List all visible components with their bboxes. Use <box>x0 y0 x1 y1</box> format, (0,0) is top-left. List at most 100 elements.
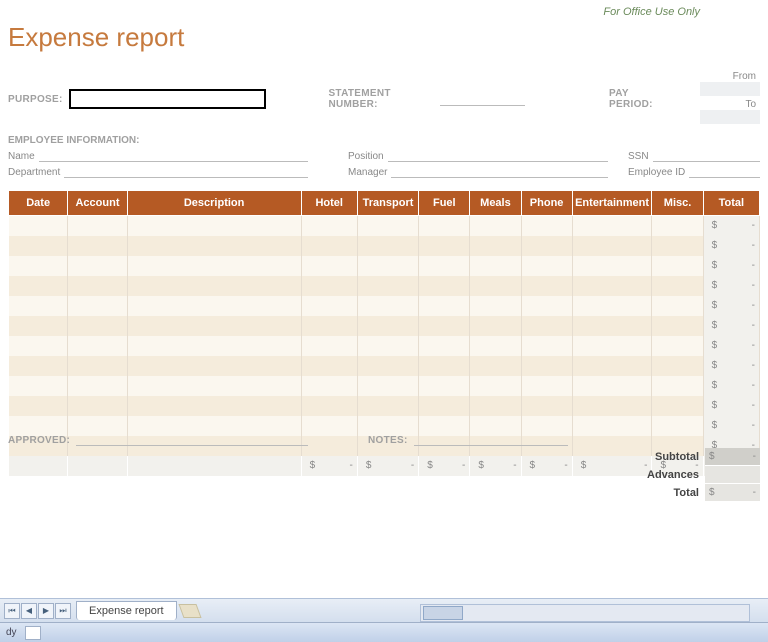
table-cell[interactable] <box>419 216 470 236</box>
nav-next-icon[interactable]: ▶ <box>38 603 54 619</box>
table-cell[interactable] <box>9 376 68 396</box>
table-cell[interactable] <box>357 296 418 316</box>
table-cell[interactable] <box>572 416 652 436</box>
table-cell[interactable] <box>357 416 418 436</box>
table-row[interactable]: $- <box>9 356 760 376</box>
employee-id-input[interactable] <box>689 166 760 178</box>
horizontal-scrollbar[interactable] <box>420 604 750 622</box>
purpose-input[interactable] <box>69 89 267 109</box>
table-cell[interactable] <box>127 296 301 316</box>
table-row[interactable]: $- <box>9 376 760 396</box>
table-cell[interactable] <box>68 356 127 376</box>
table-cell[interactable] <box>521 416 572 436</box>
table-cell[interactable] <box>68 396 127 416</box>
table-cell[interactable] <box>521 296 572 316</box>
table-row[interactable]: $- <box>9 416 760 436</box>
table-cell[interactable] <box>652 316 703 336</box>
table-cell[interactable] <box>127 256 301 276</box>
table-cell[interactable] <box>127 416 301 436</box>
table-cell[interactable] <box>521 336 572 356</box>
table-cell[interactable] <box>470 236 521 256</box>
table-cell[interactable] <box>419 316 470 336</box>
table-cell[interactable] <box>68 256 127 276</box>
table-cell[interactable] <box>68 316 127 336</box>
ssn-input[interactable] <box>653 150 760 162</box>
table-cell[interactable] <box>9 336 68 356</box>
scrollbar-thumb[interactable] <box>423 606 463 620</box>
table-cell[interactable] <box>357 256 418 276</box>
table-cell[interactable] <box>301 276 357 296</box>
table-cell[interactable] <box>419 236 470 256</box>
table-cell[interactable] <box>470 416 521 436</box>
table-cell[interactable] <box>301 416 357 436</box>
table-cell[interactable] <box>652 276 703 296</box>
table-cell[interactable] <box>9 256 68 276</box>
table-cell[interactable] <box>68 236 127 256</box>
manager-input[interactable] <box>391 166 608 178</box>
table-row[interactable]: $- <box>9 396 760 416</box>
nav-first-icon[interactable]: ⏮ <box>4 603 20 619</box>
table-cell[interactable] <box>652 416 703 436</box>
table-row[interactable]: $- <box>9 296 760 316</box>
table-cell[interactable] <box>521 396 572 416</box>
table-cell[interactable] <box>301 296 357 316</box>
table-cell[interactable] <box>572 396 652 416</box>
table-cell[interactable] <box>572 276 652 296</box>
table-cell[interactable] <box>357 356 418 376</box>
table-cell[interactable] <box>572 296 652 316</box>
table-cell[interactable] <box>419 396 470 416</box>
table-cell[interactable] <box>68 296 127 316</box>
statement-number-input[interactable] <box>440 92 525 106</box>
table-cell[interactable] <box>301 316 357 336</box>
table-cell[interactable] <box>9 416 68 436</box>
table-cell[interactable] <box>572 216 652 236</box>
table-cell[interactable] <box>9 276 68 296</box>
table-cell[interactable] <box>9 216 68 236</box>
from-input[interactable] <box>700 82 760 96</box>
table-cell[interactable] <box>470 376 521 396</box>
table-cell[interactable] <box>127 376 301 396</box>
table-cell[interactable] <box>9 396 68 416</box>
table-cell[interactable] <box>470 216 521 236</box>
table-cell[interactable] <box>419 256 470 276</box>
approved-input[interactable] <box>76 434 308 446</box>
table-cell[interactable] <box>68 216 127 236</box>
table-cell[interactable] <box>68 376 127 396</box>
table-cell[interactable] <box>470 336 521 356</box>
name-input[interactable] <box>39 150 308 162</box>
macro-icon[interactable] <box>25 626 41 640</box>
table-cell[interactable] <box>68 336 127 356</box>
table-row[interactable]: $- <box>9 256 760 276</box>
table-row[interactable]: $- <box>9 216 760 236</box>
table-cell[interactable] <box>652 296 703 316</box>
table-cell[interactable] <box>419 276 470 296</box>
to-input[interactable] <box>700 110 760 124</box>
table-cell[interactable] <box>127 316 301 336</box>
table-cell[interactable] <box>652 356 703 376</box>
notes-input[interactable] <box>414 434 568 446</box>
table-cell[interactable] <box>419 376 470 396</box>
table-cell[interactable] <box>357 316 418 336</box>
table-cell[interactable] <box>470 356 521 376</box>
table-cell[interactable] <box>357 336 418 356</box>
table-cell[interactable] <box>68 416 127 436</box>
table-cell[interactable] <box>572 356 652 376</box>
table-cell[interactable] <box>419 416 470 436</box>
table-cell[interactable] <box>9 296 68 316</box>
table-row[interactable]: $- <box>9 336 760 356</box>
table-cell[interactable] <box>301 256 357 276</box>
table-cell[interactable] <box>470 396 521 416</box>
table-cell[interactable] <box>301 336 357 356</box>
table-cell[interactable] <box>652 376 703 396</box>
table-cell[interactable] <box>572 336 652 356</box>
add-sheet-icon[interactable] <box>178 604 201 618</box>
table-row[interactable]: $- <box>9 236 760 256</box>
table-cell[interactable] <box>521 256 572 276</box>
table-cell[interactable] <box>127 336 301 356</box>
table-cell[interactable] <box>521 276 572 296</box>
position-input[interactable] <box>388 150 608 162</box>
table-cell[interactable] <box>521 216 572 236</box>
table-cell[interactable] <box>127 356 301 376</box>
table-cell[interactable] <box>301 376 357 396</box>
table-cell[interactable] <box>357 376 418 396</box>
